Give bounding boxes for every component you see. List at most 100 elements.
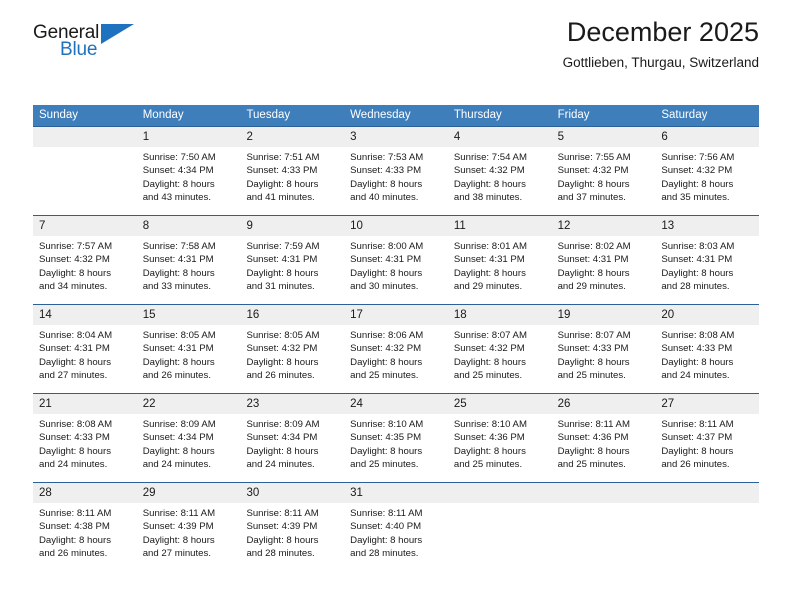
day-number-band: 30 xyxy=(240,483,345,503)
day-cell-28[interactable]: 28 Sunrise: 8:11 AM Sunset: 4:38 PM Dayligh… xyxy=(33,483,137,571)
logo[interactable]: General Blue xyxy=(33,22,143,68)
day-detail-line: Sunrise: 7:57 AM xyxy=(39,241,113,252)
day-detail-line: Sunset: 4:34 PM xyxy=(142,432,214,444)
day-cell-31[interactable]: 31 Sunrise: 8:11 AM Sunset: 4:40 PM Dayligh… xyxy=(344,483,448,571)
day-detail-line: and 31 minutes. xyxy=(246,280,315,292)
day-details: Sunrise: 8:08 AM Sunset: 4:33 PM Daylight:… xyxy=(655,325,759,382)
day-number: 4 xyxy=(453,131,461,143)
calendar-grid: Sunday Monday Tuesday Wednesday Thursday Frid… xyxy=(33,105,760,571)
day-number: 29 xyxy=(142,487,156,499)
day-cell-7[interactable]: 7 Sunrise: 7:57 AM Sunset: 4:32 PM Daylight… xyxy=(33,216,137,304)
day-cell-9[interactable]: 9 Sunrise: 7:59 AM Sunset: 4:31 PM Daylight… xyxy=(240,216,345,304)
day-number-band: 21 xyxy=(33,394,137,414)
page-subtitle: Gottlieben, Thurgau, Switzerland xyxy=(562,55,759,70)
day-cell-1[interactable]: 1 Sunrise: 7:50 AM Sunset: 4:34 PM Daylight… xyxy=(136,127,241,215)
day-cell-27[interactable]: 27 Sunrise: 8:11 AM Sunset: 4:37 PM Dayligh… xyxy=(655,394,760,482)
day-detail-line: and 26 minutes. xyxy=(39,547,108,559)
weekday-header-saturday: Saturday xyxy=(661,109,708,121)
day-detail-line: Daylight: 8 hours xyxy=(453,267,526,279)
day-detail-line: Sunrise: 7:58 AM xyxy=(142,241,216,252)
day-detail-line: Daylight: 8 hours xyxy=(39,445,111,457)
day-cell-29[interactable]: 29 Sunrise: 8:11 AM Sunset: 4:39 PM Dayligh… xyxy=(136,483,241,571)
day-details: Sunrise: 8:10 AM Sunset: 4:36 PM Daylight:… xyxy=(448,414,552,471)
day-cell-10[interactable]: 10 Sunrise: 8:00 AM Sunset: 4:31 PM Dayligh… xyxy=(344,216,448,304)
day-cell-24[interactable]: 24 Sunrise: 8:10 AM Sunset: 4:35 PM Dayligh… xyxy=(344,394,448,482)
day-cell-11[interactable]: 11 Sunrise: 8:01 AM Sunset: 4:31 PM Dayligh… xyxy=(447,216,552,304)
day-detail-line: Sunset: 4:34 PM xyxy=(246,432,318,444)
day-cell-19[interactable]: 19 Sunrise: 8:07 AM Sunset: 4:33 PM Dayligh… xyxy=(551,305,656,393)
day-cell-4[interactable]: 4 Sunrise: 7:54 AM Sunset: 4:32 PM Daylight… xyxy=(447,127,552,215)
day-cell-25[interactable]: 25 Sunrise: 8:10 AM Sunset: 4:36 PM Dayligh… xyxy=(447,394,552,482)
day-number-band: 20 xyxy=(655,305,760,325)
day-number-band xyxy=(551,483,656,503)
day-cell-22[interactable]: 22 Sunrise: 8:09 AM Sunset: 4:34 PM Dayligh… xyxy=(136,394,241,482)
day-number: 1 xyxy=(142,131,150,143)
day-detail-line: and 24 minutes. xyxy=(39,458,108,470)
day-cell-13[interactable]: 13 Sunrise: 8:03 AM Sunset: 4:31 PM Dayligh… xyxy=(655,216,760,304)
day-detail-line: Sunset: 4:39 PM xyxy=(142,521,214,533)
day-detail-line: Sunrise: 8:10 AM xyxy=(350,419,424,430)
day-cell-2[interactable]: 2 Sunrise: 7:51 AM Sunset: 4:33 PM Daylight… xyxy=(240,127,345,215)
day-cell-21[interactable]: 21 Sunrise: 8:08 AM Sunset: 4:33 PM Dayligh… xyxy=(33,394,137,482)
day-number: 25 xyxy=(453,398,467,410)
day-detail-line: Daylight: 8 hours xyxy=(350,267,423,279)
day-detail-line: Sunrise: 7:56 AM xyxy=(661,152,735,163)
day-details: Sunrise: 7:53 AM Sunset: 4:33 PM Daylight:… xyxy=(344,147,448,204)
day-detail-line: and 25 minutes. xyxy=(350,458,419,470)
day-cell-14[interactable]: 14 Sunrise: 8:04 AM Sunset: 4:31 PM Dayligh… xyxy=(33,305,137,393)
day-number: 13 xyxy=(661,220,675,232)
day-cell-6[interactable]: 6 Sunrise: 7:56 AM Sunset: 4:32 PM Daylight… xyxy=(655,127,760,215)
day-cell-12[interactable]: 12 Sunrise: 8:02 AM Sunset: 4:31 PM Dayligh… xyxy=(551,216,656,304)
day-detail-line: Sunset: 4:32 PM xyxy=(557,165,629,177)
day-number: 24 xyxy=(350,398,363,410)
day-details: Sunrise: 8:05 AM Sunset: 4:32 PM Daylight:… xyxy=(240,325,344,382)
day-number-band: 5 xyxy=(551,127,656,147)
day-detail-line: Sunset: 4:40 PM xyxy=(350,521,422,533)
day-number-band: 11 xyxy=(447,216,552,236)
day-detail-line: Daylight: 8 hours xyxy=(246,267,319,279)
day-number: 19 xyxy=(557,309,571,321)
day-detail-line: Daylight: 8 hours xyxy=(246,178,319,190)
day-details: Sunrise: 8:07 AM Sunset: 4:33 PM Daylight:… xyxy=(552,325,656,382)
calendar-page: General Blue December 2025 Gottlieben, T… xyxy=(0,0,792,612)
day-detail-line: Sunrise: 8:09 AM xyxy=(246,419,320,430)
day-detail-line: Sunrise: 8:08 AM xyxy=(661,330,735,341)
day-cell-5[interactable]: 5 Sunrise: 7:55 AM Sunset: 4:32 PM Daylight… xyxy=(551,127,656,215)
day-cell-8[interactable]: 8 Sunrise: 7:58 AM Sunset: 4:31 PM Daylight… xyxy=(136,216,241,304)
day-detail-line: and 29 minutes. xyxy=(557,280,626,292)
day-detail-line: Daylight: 8 hours xyxy=(246,356,319,368)
day-detail-line: Sunset: 4:32 PM xyxy=(453,165,525,177)
day-cell-30[interactable]: 30 Sunrise: 8:11 AM Sunset: 4:39 PM Dayligh… xyxy=(240,483,345,571)
day-details: Sunrise: 8:09 AM Sunset: 4:34 PM Daylight:… xyxy=(137,414,241,471)
day-detail-line: Sunset: 4:31 PM xyxy=(661,254,733,266)
day-details: Sunrise: 8:10 AM Sunset: 4:35 PM Daylight:… xyxy=(344,414,448,471)
day-details: Sunrise: 7:58 AM Sunset: 4:31 PM Daylight:… xyxy=(137,236,241,293)
day-number: 10 xyxy=(350,220,363,232)
calendar-week-row: 28 Sunrise: 8:11 AM Sunset: 4:38 PM Dayligh… xyxy=(33,482,760,571)
day-number: 20 xyxy=(661,309,675,321)
day-details: Sunrise: 7:51 AM Sunset: 4:33 PM Daylight:… xyxy=(240,147,344,204)
day-number: 11 xyxy=(453,220,466,232)
page-title: December 2025 xyxy=(566,17,759,47)
day-number-band xyxy=(655,483,760,503)
day-number-band: 13 xyxy=(655,216,760,236)
day-details: Sunrise: 8:11 AM Sunset: 4:40 PM Daylight:… xyxy=(344,503,448,560)
day-number: 7 xyxy=(39,220,46,232)
day-detail-line: Sunset: 4:33 PM xyxy=(246,165,318,177)
day-detail-line: Daylight: 8 hours xyxy=(557,356,630,368)
day-cell-3[interactable]: 3 Sunrise: 7:53 AM Sunset: 4:33 PM Daylight… xyxy=(344,127,448,215)
day-number: 17 xyxy=(350,309,363,321)
day-detail-line: Daylight: 8 hours xyxy=(350,356,423,368)
day-cell-17[interactable]: 17 Sunrise: 8:06 AM Sunset: 4:32 PM Dayligh… xyxy=(344,305,448,393)
day-number-band: 10 xyxy=(344,216,448,236)
day-number-band: 28 xyxy=(33,483,137,503)
day-cell-18[interactable]: 18 Sunrise: 8:07 AM Sunset: 4:32 PM Dayligh… xyxy=(447,305,552,393)
day-cell-26[interactable]: 26 Sunrise: 8:11 AM Sunset: 4:36 PM Dayligh… xyxy=(551,394,656,482)
day-details: Sunrise: 8:00 AM Sunset: 4:31 PM Daylight:… xyxy=(344,236,448,293)
day-cell-16[interactable]: 16 Sunrise: 8:05 AM Sunset: 4:32 PM Dayligh… xyxy=(240,305,345,393)
day-number-band: 24 xyxy=(344,394,448,414)
day-cell-15[interactable]: 15 Sunrise: 8:05 AM Sunset: 4:31 PM Dayligh… xyxy=(136,305,241,393)
day-number: 16 xyxy=(246,309,260,321)
day-cell-20[interactable]: 20 Sunrise: 8:08 AM Sunset: 4:33 PM Dayligh… xyxy=(655,305,760,393)
day-cell-23[interactable]: 23 Sunrise: 8:09 AM Sunset: 4:34 PM Dayligh… xyxy=(240,394,345,482)
